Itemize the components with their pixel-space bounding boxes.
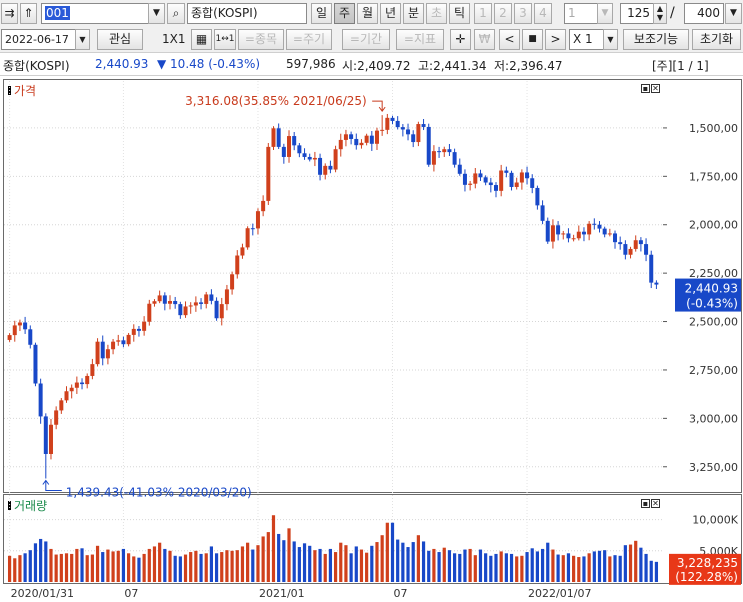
tab-year[interactable]: 년 xyxy=(380,3,401,24)
info-page-indicator: [주][1 / 1] xyxy=(652,59,709,73)
reset-button[interactable]: 초기화 xyxy=(692,29,741,50)
info-volume: 597,986 xyxy=(286,57,336,71)
count-stepper-icon[interactable]: ▲ ▼ xyxy=(653,3,667,24)
period-label: =기간 xyxy=(349,32,383,46)
maximize-icon[interactable]: ▪ xyxy=(641,84,650,93)
tab-month[interactable]: 월 xyxy=(357,3,378,24)
volume-panel-title: 거래량 xyxy=(8,497,47,514)
cycle-label: =주기 xyxy=(292,32,326,46)
scroll-right-button[interactable]: > xyxy=(545,29,566,50)
period-tabs: 일 주 월 년 분 초 틱 xyxy=(311,3,476,24)
grid-icon[interactable]: ▦ xyxy=(191,29,212,50)
item-label: =종목 xyxy=(244,32,278,46)
chart-toolbar: 2022-06-17 ▼ 관심 1X1 ▦ 1↔1 =종목 =주기 =기간 =지… xyxy=(0,28,743,53)
item-button[interactable]: =종목 xyxy=(238,29,284,50)
tab-week[interactable]: 주 xyxy=(334,3,355,24)
interest-label: 관심 xyxy=(108,32,132,46)
top-toolbar: ⇉ ⇑ 001 ▼ ⌕ 종합(KOSPI) 일 주 월 년 분 초 틱 1 2 … xyxy=(0,0,743,29)
info-price: 2,440.93 xyxy=(95,57,149,71)
volume-panel-title-text: 거래량 xyxy=(14,499,48,513)
unit-input[interactable]: 1 xyxy=(564,3,598,24)
multiplier-chevron-icon[interactable]: ▼ xyxy=(603,29,618,50)
stop-button[interactable]: ■ xyxy=(522,29,543,50)
indicator-button[interactable]: =지표 xyxy=(396,29,444,50)
indicator-label: =지표 xyxy=(403,32,437,46)
stock-code-value: 001 xyxy=(45,6,70,20)
price-panel[interactable]: 가격 ▪ ✕ xyxy=(3,79,664,493)
aux-function-button[interactable]: 보조기능 xyxy=(623,29,689,50)
unit-value: 1 xyxy=(568,6,576,20)
layout-label: 1X1 xyxy=(162,32,186,46)
price-axis-panel xyxy=(663,79,742,493)
multiplier-select[interactable]: X 1 xyxy=(569,29,604,50)
cycle-button[interactable]: =주기 xyxy=(286,29,332,50)
date-tick-label: 2022/01/07 xyxy=(528,587,591,600)
info-low: 저:2,396.47 xyxy=(494,59,563,73)
unit-dropdown-chevron-icon[interactable]: ▼ xyxy=(597,3,613,24)
volume-panel[interactable]: 거래량 ▪ ✕ xyxy=(3,494,664,584)
scroll-left-glyph: < xyxy=(504,32,515,46)
scroll-right-glyph: > xyxy=(550,32,561,46)
date-dropdown-chevron-icon[interactable]: ▼ xyxy=(75,29,90,50)
date-tick-label: 07 xyxy=(394,587,408,600)
volume-axis-panel xyxy=(663,494,742,584)
tab-day[interactable]: 일 xyxy=(311,3,332,24)
won-icon[interactable]: ₩ xyxy=(474,29,495,50)
stock-code-input[interactable]: 001 xyxy=(41,3,149,24)
count-value: 125 xyxy=(627,6,650,20)
count-slash: / xyxy=(670,5,675,21)
scroll-left-button[interactable]: < xyxy=(499,29,520,50)
volume-maximize-icon[interactable]: ▪ xyxy=(641,499,650,508)
period-button[interactable]: =기간 xyxy=(342,29,390,50)
info-stock-name: 종합(KOSPI) xyxy=(3,59,70,73)
crosshair-glyph: ✛ xyxy=(455,32,466,46)
info-open: 시:2,409.72 xyxy=(342,59,411,73)
total-count-value: 400 xyxy=(697,6,720,20)
price-panel-title: 가격 xyxy=(8,82,36,99)
stock-name-field: 종합(KOSPI) xyxy=(187,3,307,24)
date-tick-label: 2021/01 xyxy=(259,587,305,600)
tab-minute[interactable]: 분 xyxy=(403,3,424,24)
price-panel-title-text: 가격 xyxy=(14,84,37,98)
date-tick-label: 07 xyxy=(124,587,138,600)
one-to-one-button[interactable]: 1↔1 xyxy=(214,29,236,50)
minute-4-button[interactable]: 4 xyxy=(534,3,552,24)
price-legend-marker xyxy=(8,86,11,95)
minute-1-button[interactable]: 1 xyxy=(474,3,492,24)
quote-info-bar: 종합(KOSPI) 2,440.93 ▼ 10.48 (-0.43%) 597,… xyxy=(0,53,743,76)
stop-glyph: ■ xyxy=(528,34,537,44)
date-input[interactable]: 2022-06-17 xyxy=(1,29,76,50)
info-change: ▼ 10.48 (-0.43%) xyxy=(157,57,261,71)
aux-function-label: 보조기능 xyxy=(633,32,679,46)
stock-name-value: 종합(KOSPI) xyxy=(191,6,258,20)
search-icon[interactable]: ⌕ xyxy=(167,3,185,24)
count-input[interactable]: 125 xyxy=(620,3,654,24)
won-glyph: ₩ xyxy=(478,32,491,46)
arrow-up-icon[interactable]: ⇑ xyxy=(20,3,37,24)
link-icon[interactable]: ⇉ xyxy=(1,3,18,24)
date-value: 2022-06-17 xyxy=(5,33,69,46)
minute-3-button[interactable]: 3 xyxy=(514,3,532,24)
minute-2-button[interactable]: 2 xyxy=(494,3,512,24)
volume-close-icon[interactable]: ✕ xyxy=(651,499,660,508)
date-tick-label: 2020/01/31 xyxy=(11,587,74,600)
tab-second[interactable]: 초 xyxy=(426,3,447,24)
info-high: 고:2,441.34 xyxy=(418,59,487,73)
code-dropdown-chevron-icon[interactable]: ▼ xyxy=(148,3,165,24)
reset-label: 초기화 xyxy=(699,32,734,46)
crosshair-icon[interactable]: ✛ xyxy=(450,29,471,50)
tab-tick[interactable]: 틱 xyxy=(449,3,470,24)
interest-button[interactable]: 관심 xyxy=(97,29,143,50)
total-count-field: 400 xyxy=(684,3,724,24)
one-to-one-label: 1↔1 xyxy=(215,34,235,44)
close-icon[interactable]: ✕ xyxy=(651,84,660,93)
total-dropdown-chevron-icon[interactable]: ▼ xyxy=(725,3,742,24)
multiplier-value: X 1 xyxy=(573,32,593,46)
volume-legend-marker xyxy=(8,501,11,510)
